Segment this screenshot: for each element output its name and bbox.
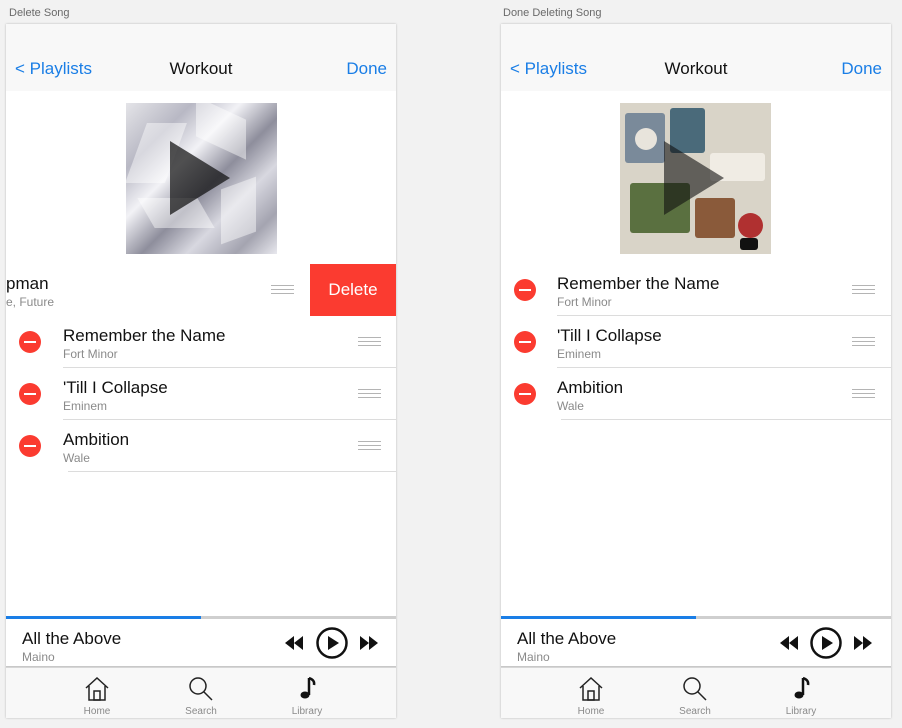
play-overlay-icon bbox=[664, 141, 724, 215]
fast-forward-icon[interactable] bbox=[360, 636, 380, 650]
delete-minus-icon[interactable] bbox=[514, 279, 536, 301]
list-item-swiped[interactable]: pman e, Future bbox=[6, 264, 310, 316]
list-item[interactable]: 'Till I Collapse Eminem bbox=[6, 368, 396, 420]
reorder-handle-icon[interactable] bbox=[271, 285, 294, 294]
delete-minus-icon[interactable] bbox=[19, 331, 41, 353]
home-icon bbox=[579, 676, 603, 701]
song-title: 'Till I Collapse bbox=[557, 326, 662, 345]
artboard-label: Delete Song bbox=[9, 7, 70, 19]
song-title: pman bbox=[6, 274, 49, 293]
list-item[interactable]: Ambition Wale bbox=[501, 368, 891, 420]
phone-screen-done-deleting: < Playlists Workout Done Remember the Na… bbox=[501, 24, 891, 718]
rewind-icon[interactable] bbox=[285, 636, 305, 650]
tab-home[interactable]: Home bbox=[67, 668, 127, 718]
song-title: Remember the Name bbox=[63, 326, 226, 345]
tab-library[interactable]: Library bbox=[277, 668, 337, 718]
delete-minus-icon[interactable] bbox=[19, 435, 41, 457]
tab-search[interactable]: Search bbox=[665, 668, 725, 718]
reorder-handle-icon[interactable] bbox=[358, 389, 381, 398]
play-button-icon[interactable] bbox=[810, 627, 842, 659]
play-overlay-icon bbox=[170, 141, 230, 215]
tab-label: Library bbox=[785, 706, 817, 717]
list-item[interactable]: Ambition Wale bbox=[6, 420, 396, 472]
fast-forward-icon[interactable] bbox=[854, 636, 874, 650]
playlist-artwork[interactable] bbox=[620, 103, 771, 254]
tab-label: Search bbox=[679, 706, 711, 717]
music-note-icon bbox=[300, 676, 316, 699]
row-divider bbox=[561, 419, 891, 420]
list-item[interactable]: Remember the Name Fort Minor bbox=[6, 316, 396, 368]
song-title: Ambition bbox=[63, 430, 130, 449]
navigation-bar: < Playlists Workout Done bbox=[501, 24, 891, 91]
row-divider bbox=[68, 471, 396, 472]
reorder-handle-icon[interactable] bbox=[852, 337, 875, 346]
page-title: Workout bbox=[169, 59, 233, 78]
music-note-icon bbox=[794, 676, 810, 699]
tab-bar: Home Search Library bbox=[501, 667, 891, 718]
tab-library[interactable]: Library bbox=[771, 668, 831, 718]
mini-player[interactable]: All the Above Maino bbox=[501, 619, 891, 667]
song-title: 'Till I Collapse bbox=[63, 378, 168, 397]
now-playing-title: All the Above bbox=[517, 629, 617, 648]
home-icon bbox=[85, 676, 109, 701]
now-playing-artist: Maino bbox=[517, 650, 550, 664]
rewind-icon[interactable] bbox=[780, 636, 800, 650]
delete-button[interactable]: Delete bbox=[310, 264, 396, 316]
phone-screen-delete-song: < Playlists Workout Done pman e, Future … bbox=[6, 24, 396, 718]
tab-home[interactable]: Home bbox=[561, 668, 621, 718]
song-artist: Eminem bbox=[63, 399, 108, 413]
song-artist: Fort Minor bbox=[557, 295, 612, 309]
list-item[interactable]: Remember the Name Fort Minor bbox=[501, 264, 891, 316]
search-icon bbox=[683, 677, 707, 701]
playlist-artwork[interactable] bbox=[126, 103, 277, 254]
now-playing-title: All the Above bbox=[22, 629, 122, 648]
tab-label: Library bbox=[291, 706, 323, 717]
reorder-handle-icon[interactable] bbox=[852, 285, 875, 294]
navigation-bar: < Playlists Workout Done bbox=[6, 24, 396, 91]
delete-minus-icon[interactable] bbox=[19, 383, 41, 405]
done-button[interactable]: Done bbox=[346, 59, 387, 79]
now-playing-artist: Maino bbox=[22, 650, 55, 664]
delete-minus-icon[interactable] bbox=[514, 383, 536, 405]
tab-label: Home bbox=[577, 706, 605, 717]
tab-label: Home bbox=[83, 706, 111, 717]
reorder-handle-icon[interactable] bbox=[358, 441, 381, 450]
tab-bar: Home Search Library bbox=[6, 667, 396, 718]
play-button-icon[interactable] bbox=[316, 627, 348, 659]
page-title: Workout bbox=[664, 59, 728, 78]
song-artist: Wale bbox=[63, 451, 90, 465]
artboard-label: Done Deleting Song bbox=[503, 7, 602, 19]
tab-search[interactable]: Search bbox=[171, 668, 231, 718]
song-artist: Wale bbox=[557, 399, 584, 413]
song-artist: Fort Minor bbox=[63, 347, 118, 361]
song-artist: Eminem bbox=[557, 347, 602, 361]
song-title: Remember the Name bbox=[557, 274, 720, 293]
reorder-handle-icon[interactable] bbox=[358, 337, 381, 346]
mini-player[interactable]: All the Above Maino bbox=[6, 619, 396, 667]
done-button[interactable]: Done bbox=[841, 59, 882, 79]
tab-label: Search bbox=[185, 706, 217, 717]
delete-minus-icon[interactable] bbox=[514, 331, 536, 353]
reorder-handle-icon[interactable] bbox=[852, 389, 875, 398]
search-icon bbox=[189, 677, 213, 701]
list-item[interactable]: 'Till I Collapse Eminem bbox=[501, 316, 891, 368]
song-title: Ambition bbox=[557, 378, 624, 397]
song-artist: e, Future bbox=[6, 295, 55, 309]
